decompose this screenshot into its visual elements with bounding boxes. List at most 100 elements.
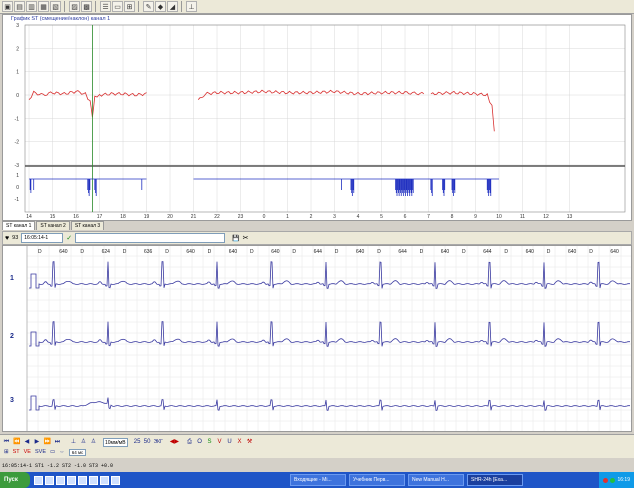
print-strip-icon[interactable]: ⎙ xyxy=(185,438,194,447)
rr-label: 624 xyxy=(102,249,111,255)
duration-value[interactable]: 64 мс xyxy=(68,448,87,456)
quick-launch-icon[interactable] xyxy=(78,475,87,485)
taskbar-item-inbox[interactable]: Входящие - Mi... xyxy=(290,474,346,486)
fast-forward-icon[interactable]: ⏩ xyxy=(42,438,51,447)
jump-icon[interactable]: ◀▶ xyxy=(169,438,180,447)
first-page-icon[interactable]: ⏮ xyxy=(2,438,11,447)
ruler-small-icon[interactable]: ⊞ xyxy=(4,449,9,455)
y-tick-label: 2 xyxy=(16,46,19,52)
marker-o[interactable]: O xyxy=(195,438,204,447)
st-series-line xyxy=(430,90,495,132)
open-icon[interactable]: ▣ xyxy=(2,1,13,12)
anchor-icon[interactable]: ⊥ xyxy=(69,438,78,447)
channel-button[interactable]: ЭКГ xyxy=(153,438,164,447)
rr-label: D xyxy=(335,249,339,255)
list-icon[interactable]: ☰ xyxy=(100,1,111,12)
quick-launch-icon[interactable] xyxy=(56,475,65,485)
taskbar-item-textbook[interactable]: Учебник Перв... xyxy=(349,474,405,486)
save-ecg-icon[interactable]: 💾 xyxy=(232,235,239,242)
st-trend-chart[interactable]: 3210-1-2-310-114 15 16 17 18 19 20 21 22 23 0 1 2 3 4 5… xyxy=(3,15,631,220)
zoom-icon[interactable]: ⊞ xyxy=(124,1,135,12)
scale-50-button[interactable]: 50 xyxy=(143,438,152,447)
marker-s[interactable]: S xyxy=(205,438,214,447)
speed-field[interactable]: 10мм/мВ xyxy=(102,437,128,447)
rewind-icon[interactable]: ⏪ xyxy=(12,438,21,447)
person-icon[interactable]: ♙ xyxy=(79,438,88,447)
y-tick-label: 1 xyxy=(16,70,19,76)
x-tick-label: 22 xyxy=(214,214,220,220)
marker-x[interactable]: X xyxy=(235,438,244,447)
y-tick-label: 0 xyxy=(16,93,19,99)
tray-icon-red[interactable] xyxy=(603,477,609,483)
rr-label: 640 xyxy=(441,249,450,255)
window-icon[interactable]: ▭ xyxy=(112,1,123,12)
taskbar-item-shr[interactable]: SHR-24h [Exa... xyxy=(467,474,523,486)
rr-label: 644 xyxy=(398,249,407,255)
quick-launch-icon[interactable] xyxy=(111,475,120,485)
expand-icon[interactable]: ⇔ xyxy=(59,449,65,455)
ecg-controls-bar: ⏮ ⏪ ◀ ▶ ⏩ ⏭ ⊥ ♙ ♙ 10мм/мВ 25 50 ЭКГ ◀▶ ⎙… xyxy=(0,434,634,458)
quick-launch-icon[interactable] xyxy=(100,475,109,485)
time-field[interactable]: 16:05:14-1 xyxy=(21,233,64,243)
rr-label: 640 xyxy=(356,249,365,255)
strip-icon[interactable]: ▭ xyxy=(50,449,55,455)
ecg-strip-panel: D 640 D 624 D 636 D 640 D 640 D 640 D 644 D 640 D 644 D 640… xyxy=(2,245,632,432)
quick-launch-icon[interactable] xyxy=(67,475,76,485)
comment-field[interactable] xyxy=(75,233,226,243)
event-sve[interactable]: SVE xyxy=(35,449,46,455)
rr-label: D xyxy=(165,249,169,255)
scale-25-button[interactable]: 25 xyxy=(133,438,142,447)
rr-label: D xyxy=(377,249,381,255)
x-tick-label: 2 xyxy=(310,214,313,220)
tab-st-channel-1[interactable]: ST канал 1 xyxy=(2,221,36,230)
lower-tick-label: 1 xyxy=(16,173,19,179)
person2-icon[interactable]: ♙ xyxy=(89,438,98,447)
system-tray: 16:19 xyxy=(599,472,634,488)
ecg-strip[interactable]: D 640 D 624 D 636 D 640 D 640 D 640 D 644 D 640 D 644 D 640… xyxy=(3,246,631,431)
x-tick-label: 4 xyxy=(357,214,360,220)
rr-label: D xyxy=(292,249,296,255)
clock: 16:19 xyxy=(617,477,630,483)
x-tick-label: 3 xyxy=(333,214,336,220)
color-icon[interactable]: ◆ xyxy=(155,1,166,12)
cut-icon[interactable]: ✂ xyxy=(243,234,249,242)
marker-u[interactable]: U xyxy=(225,438,234,447)
taskbar-item-manual[interactable]: New Manual H... xyxy=(408,474,464,486)
event-st[interactable]: ST xyxy=(13,449,20,455)
tab-st-channel-2[interactable]: ST канал 2 xyxy=(36,221,70,230)
lower-tick-label: 0 xyxy=(16,185,19,191)
last-page-icon[interactable]: ⏭ xyxy=(53,438,62,447)
rr-label: D xyxy=(589,249,593,255)
quick-launch-icon[interactable] xyxy=(89,475,98,485)
eyedropper-icon[interactable]: ◢ xyxy=(167,1,178,12)
rr-label: D xyxy=(420,249,424,255)
ruler-icon[interactable]: ⊥ xyxy=(186,1,197,12)
folder-icon[interactable]: ▥ xyxy=(26,1,37,12)
tab-st-channel-3[interactable]: ST канал 3 xyxy=(70,221,105,230)
next-icon[interactable]: ▶ xyxy=(32,438,41,447)
grid-icon[interactable]: ▨ xyxy=(69,1,80,12)
prev-icon[interactable]: ◀ xyxy=(22,438,31,447)
channel-label: 2 xyxy=(10,333,14,340)
pen-icon[interactable]: ✎ xyxy=(143,1,154,12)
quick-launch-icon[interactable] xyxy=(45,475,54,485)
ecg-controls: ⏮ ⏪ ◀ ▶ ⏩ ⏭ ⊥ ♙ ♙ 10мм/мВ 25 50 ЭКГ ◀▶ ⎙… xyxy=(2,437,254,447)
x-tick-label: 5 xyxy=(380,214,383,220)
table-icon[interactable]: ▩ xyxy=(81,1,92,12)
start-button[interactable]: Пуск xyxy=(0,472,30,488)
marker-v[interactable]: V xyxy=(215,438,224,447)
quick-launch-icon[interactable] xyxy=(34,475,43,485)
layout-icon[interactable]: ▧ xyxy=(50,1,61,12)
confirm-icon[interactable]: ✓ xyxy=(66,234,72,242)
st-series-line xyxy=(28,90,147,118)
event-type-row: ⊞ ST VE SVE ▭ ⇔ 64 мс xyxy=(4,447,87,457)
y-tick-label: 3 xyxy=(16,23,19,29)
event-ve[interactable]: VE xyxy=(24,449,31,455)
y-tick-label: -3 xyxy=(15,163,20,169)
rr-label: 644 xyxy=(314,249,323,255)
status-line: 16:05:14-1 ST1 -1.2 ST2 -1.0 ST3 +0.0 xyxy=(2,463,114,469)
tool-icon[interactable]: ⚒ xyxy=(245,438,254,447)
save-icon[interactable]: ▤ xyxy=(14,1,25,12)
tray-icon-green[interactable] xyxy=(610,477,616,483)
print-icon[interactable]: ▦ xyxy=(38,1,49,12)
